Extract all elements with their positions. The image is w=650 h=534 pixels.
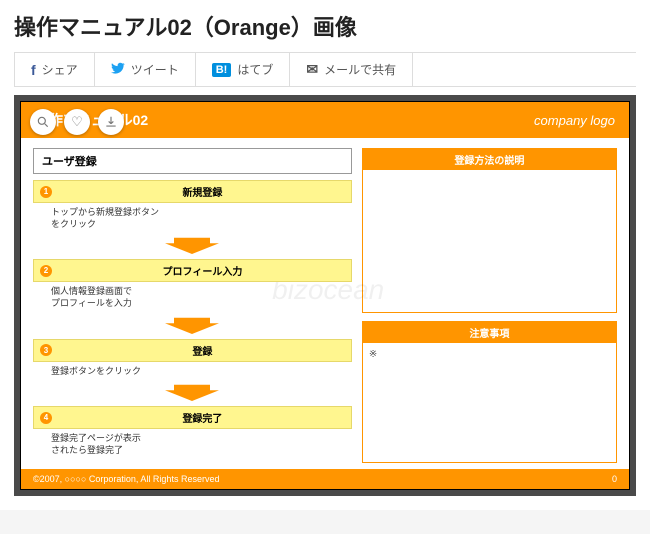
- download-icon: [104, 115, 118, 129]
- step-2: 2 プロフィール入力 個人情報登録画面で プロフィールを入力: [33, 259, 352, 313]
- info-body-1: [363, 170, 616, 312]
- step-body-4: 登録完了ページが表示 されたら登録完了: [33, 429, 352, 460]
- hatena-icon: B!: [212, 63, 232, 77]
- step-body-3: 登録ボタンをクリック: [33, 362, 352, 382]
- share-hatena[interactable]: B! はてブ: [196, 53, 291, 86]
- like-button[interactable]: ♡: [64, 109, 90, 135]
- step-1: 1 新規登録 トップから新規登録ボタン をクリック: [33, 180, 352, 234]
- info-column: 登録方法の説明 注意事項 ※: [362, 148, 617, 463]
- mail-icon: ✉: [306, 61, 318, 78]
- slide: 操作マニュアル02 company logo bizocean ユーザ登録 1新…: [20, 101, 630, 490]
- info-box-explanation: 登録方法の説明: [362, 148, 617, 313]
- slide-footer: ©2007, ○○○○ Corporation, All Rights Rese…: [21, 469, 629, 489]
- info-body-2: ※: [363, 343, 616, 462]
- step-label-2: プロフィール入力: [60, 263, 345, 278]
- share-mail-label: メールで共有: [324, 61, 396, 78]
- info-title-2: 注意事項: [363, 322, 616, 343]
- step-num-2: 2: [40, 265, 52, 277]
- step-body-2: 個人情報登録画面で プロフィールを入力: [33, 282, 352, 313]
- step-label-1: 新規登録: [60, 184, 345, 199]
- info-box-caution: 注意事項 ※: [362, 321, 617, 463]
- step-num-3: 3: [40, 344, 52, 356]
- step-3: 3 登録 登録ボタンをクリック: [33, 339, 352, 382]
- share-facebook-label: シェア: [42, 61, 78, 78]
- share-mail[interactable]: ✉ メールで共有: [290, 53, 413, 86]
- zoom-button[interactable]: [30, 109, 56, 135]
- step-label-3: 登録: [60, 343, 345, 358]
- footer-page-number: 0: [612, 474, 617, 484]
- step-num-4: 4: [40, 412, 52, 424]
- company-logo: company logo: [534, 113, 615, 128]
- share-hatena-label: はてブ: [237, 61, 273, 78]
- share-row: f シェア ツイート B! はてブ ✉ メールで共有: [14, 52, 636, 87]
- step-body-1: トップから新規登録ボタン をクリック: [33, 203, 352, 234]
- steps-column: ユーザ登録 1 新規登録 トップから新規登録ボタン をクリック 2 プロフィール入力…: [33, 148, 352, 463]
- arrow-icon: [33, 383, 352, 406]
- step-num-1: 1: [40, 186, 52, 198]
- step-label-4: 登録完了: [60, 410, 345, 425]
- viewer-toolbar: ♡: [30, 109, 124, 135]
- zoom-icon: [36, 115, 50, 129]
- download-button[interactable]: [98, 109, 124, 135]
- share-twitter[interactable]: ツイート: [95, 53, 196, 86]
- viewer: ♡ 操作マニュアル02 company logo bizocean ユーザ登録 …: [14, 95, 636, 496]
- arrow-icon: [33, 316, 352, 339]
- heart-icon: ♡: [71, 114, 83, 130]
- info-title-1: 登録方法の説明: [363, 149, 616, 170]
- share-facebook[interactable]: f シェア: [14, 53, 95, 86]
- twitter-icon: [111, 61, 125, 78]
- facebook-icon: f: [31, 62, 36, 78]
- section-title: ユーザ登録: [33, 148, 352, 174]
- share-twitter-label: ツイート: [131, 61, 179, 78]
- footer-copyright: ©2007, ○○○○ Corporation, All Rights Rese…: [33, 474, 219, 484]
- step-4: 4 登録完了 登録完了ページが表示 されたら登録完了: [33, 406, 352, 460]
- page-title: 操作マニュアル02（Orange）画像: [14, 10, 636, 42]
- arrow-icon: [33, 236, 352, 259]
